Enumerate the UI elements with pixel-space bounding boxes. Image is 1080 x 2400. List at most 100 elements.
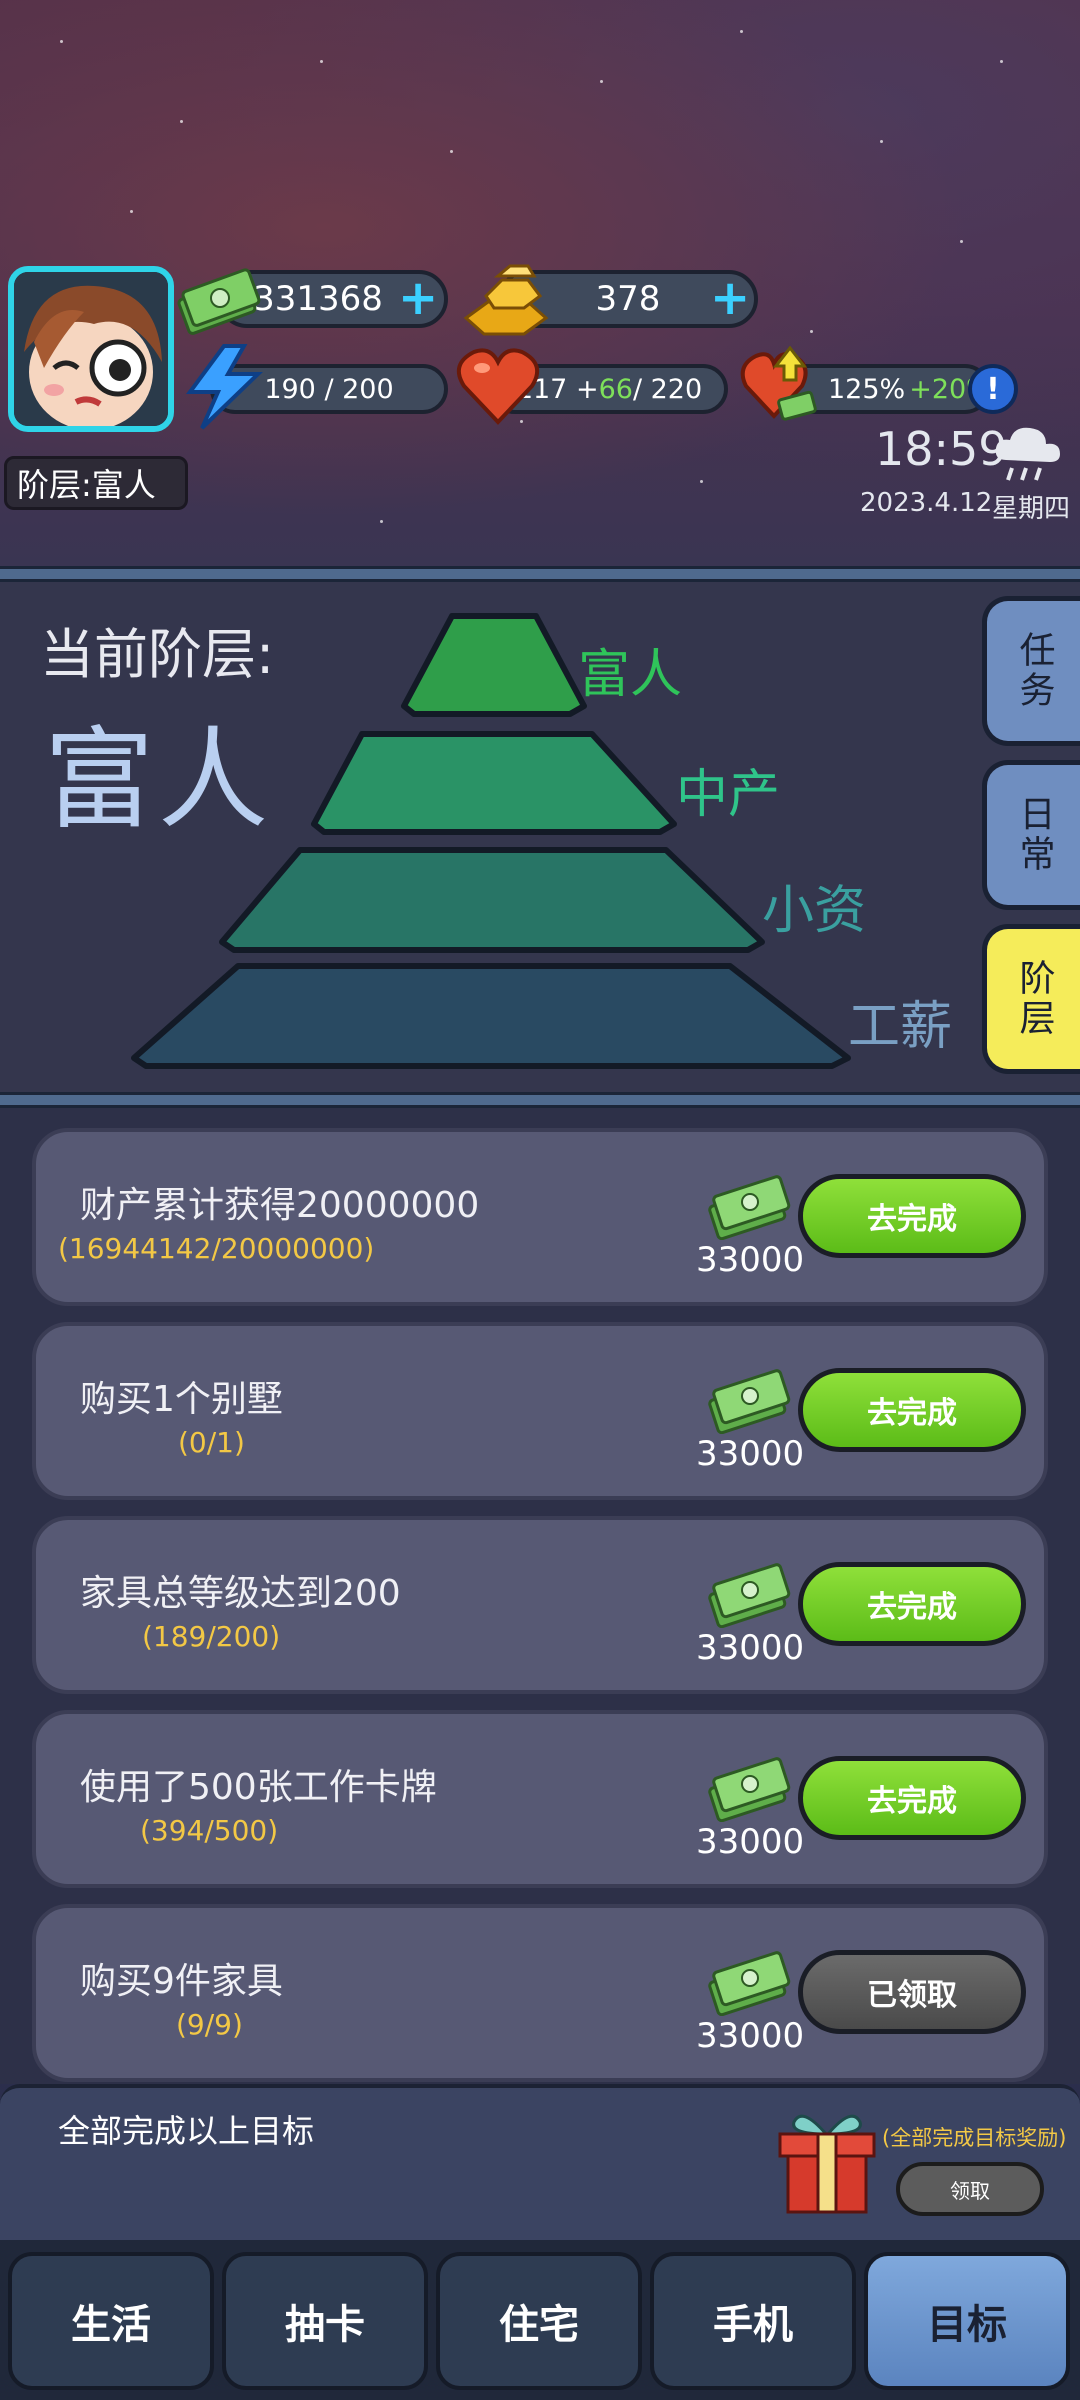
- gift-box-icon: [778, 2114, 876, 2214]
- cash-value: 331368: [253, 279, 383, 319]
- add-cash-button[interactable]: +: [398, 274, 438, 322]
- pyramid-tier-worker: [131, 963, 851, 1069]
- gold-bars-icon: [463, 264, 549, 336]
- cash-reward-icon: [708, 1175, 791, 1240]
- task-card: 使用了500张工作卡牌 (394/500) 33000 去完成: [32, 1710, 1048, 1888]
- task-reward-amount: 33000: [696, 1434, 805, 1474]
- go-complete-button[interactable]: 去完成: [798, 1368, 1026, 1452]
- go-complete-button[interactable]: 去完成: [798, 1756, 1026, 1840]
- star: [740, 30, 743, 33]
- task-card: 购买9件家具 (9/9) 33000 已领取: [32, 1904, 1048, 2082]
- task-title: 使用了500张工作卡牌: [80, 1767, 437, 1808]
- task-card: 财产累计获得20000000 (16944142/20000000) 33000…: [32, 1128, 1048, 1306]
- avatar-face-icon: [14, 272, 168, 426]
- task-card: 家具总等级达到200 (189/200) 33000 去完成: [32, 1516, 1048, 1694]
- tier-label-petty: 小资: [762, 881, 867, 941]
- nav-tab-goals[interactable]: 目标: [864, 2252, 1070, 2390]
- tier-label-middle: 中产: [676, 765, 781, 825]
- claim-all-label: 领取: [950, 2178, 990, 2203]
- go-complete-button[interactable]: 去完成: [798, 1174, 1026, 1258]
- rank-badge: 阶层:富人: [4, 456, 188, 510]
- energy-value: 190 / 200: [264, 373, 394, 405]
- nav-tab-house[interactable]: 住宅: [436, 2252, 642, 2390]
- side-tab-rank-label: 阶层: [1013, 959, 1055, 1039]
- task-reward-amount: 33000: [696, 1822, 805, 1862]
- heart-icon: [456, 348, 540, 425]
- income-heart-icon: [740, 346, 817, 421]
- rain-cloud-icon: [995, 427, 1060, 481]
- star: [810, 330, 813, 333]
- task-reward-amount: 33000: [696, 1628, 805, 1668]
- rank-pyramid: [131, 613, 851, 1069]
- clock-date: 2023.4.12: [860, 488, 993, 518]
- nav-tab-life[interactable]: 生活: [8, 2252, 214, 2390]
- task-progress: (189/200): [142, 1620, 281, 1653]
- task-title: 财产累计获得20000000: [80, 1185, 480, 1226]
- side-tab-rank[interactable]: 阶层: [982, 924, 1080, 1074]
- star: [960, 240, 963, 243]
- nav-tab-phone[interactable]: 手机: [650, 2252, 856, 2390]
- claimed-label: 已领取: [867, 1978, 957, 2013]
- pyramid-tier-middle: [311, 731, 677, 835]
- gold-value: 378: [595, 279, 661, 319]
- go-complete-label: 去完成: [867, 1396, 957, 1431]
- task-title: 购买9件家具: [80, 1961, 283, 2002]
- go-complete-label: 去完成: [867, 1784, 957, 1819]
- claim-all-button[interactable]: 领取: [896, 2162, 1044, 2216]
- divider-middle: [0, 1092, 1080, 1108]
- nav-tab-house-label: 住宅: [499, 2302, 579, 2348]
- nav-tab-goals-label: 目标: [927, 2302, 1007, 2348]
- star: [1000, 60, 1003, 63]
- side-tab-daily[interactable]: 日常: [982, 760, 1080, 910]
- task-progress: (9/9): [176, 2008, 243, 2041]
- add-gold-button[interactable]: +: [710, 274, 750, 322]
- claimed-button[interactable]: 已领取: [798, 1950, 1026, 2034]
- clock-weekday: 星期四: [992, 494, 1071, 524]
- info-icon: !: [986, 371, 1000, 407]
- all-complete-reward-note: (全部完成目标奖励): [882, 2126, 1067, 2150]
- star: [320, 60, 323, 63]
- income-base: 125%: [828, 373, 906, 405]
- info-button[interactable]: !: [968, 364, 1018, 414]
- rank-badge-text: 阶层:富人: [17, 466, 156, 504]
- star: [700, 480, 703, 483]
- health-bonus: 66: [598, 373, 633, 405]
- lightning-icon: [186, 344, 263, 430]
- go-complete-label: 去完成: [867, 1590, 957, 1625]
- pyramid-tier-rich: [401, 613, 587, 717]
- side-tab-tasks-label: 任务: [1013, 631, 1055, 711]
- tier-label-worker: 工薪: [848, 997, 953, 1057]
- star: [380, 520, 383, 523]
- task-title: 购买1个别墅: [80, 1379, 283, 1420]
- divider-top: [0, 566, 1080, 582]
- star: [130, 210, 133, 213]
- nav-tab-phone-label: 手机: [713, 2302, 793, 2348]
- cash-reward-icon: [708, 1369, 791, 1434]
- star: [180, 120, 183, 123]
- side-tab-daily-label: 日常: [1013, 795, 1055, 875]
- star: [450, 150, 453, 153]
- nav-tab-draw[interactable]: 抽卡: [222, 2252, 428, 2390]
- side-tab-tasks[interactable]: 任务: [982, 596, 1080, 746]
- star: [880, 140, 883, 143]
- star: [60, 40, 63, 43]
- task-progress: (394/500): [140, 1814, 279, 1847]
- tier-label-rich: 富人: [578, 645, 683, 705]
- health-max: / 220: [632, 373, 703, 405]
- cash-reward-icon: [708, 1951, 791, 2016]
- task-title: 家具总等级达到200: [80, 1573, 401, 1614]
- pyramid-tier-petty: [219, 847, 765, 953]
- player-avatar[interactable]: [8, 266, 174, 432]
- task-progress: (0/1): [178, 1426, 245, 1459]
- clock-time: 18:59: [875, 422, 1008, 476]
- cash-reward-icon: [708, 1757, 791, 1822]
- all-complete-title: 全部完成以上目标: [58, 2112, 315, 2150]
- star: [600, 80, 603, 83]
- nav-tab-life-label: 生活: [71, 2302, 151, 2348]
- go-complete-button[interactable]: 去完成: [798, 1562, 1026, 1646]
- go-complete-label: 去完成: [867, 1202, 957, 1237]
- task-reward-amount: 33000: [696, 2016, 805, 2056]
- nav-tab-draw-label: 抽卡: [285, 2302, 365, 2348]
- task-progress: (16944142/20000000): [58, 1232, 375, 1265]
- cash-reward-icon: [708, 1563, 791, 1628]
